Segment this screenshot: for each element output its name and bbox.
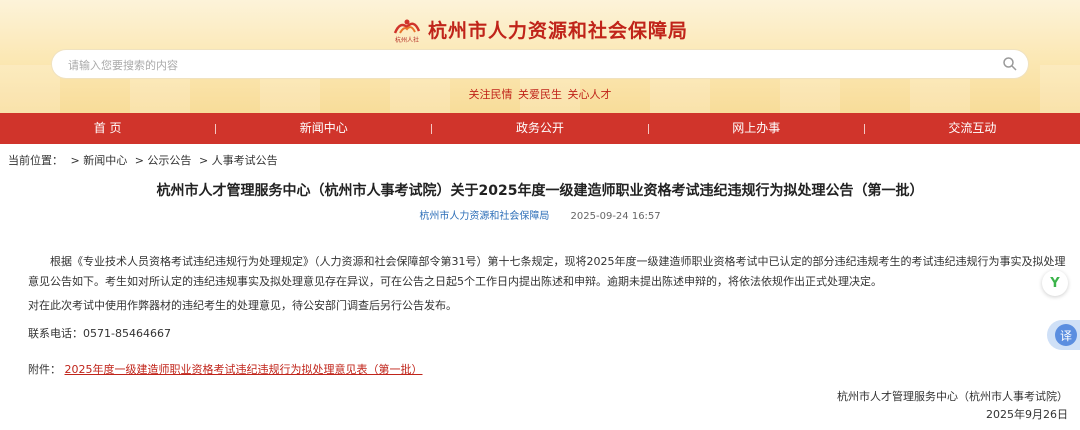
search-icon[interactable]	[1002, 56, 1018, 72]
slogan: 关注民情 关爱民生 关心人才	[468, 88, 612, 101]
breadcrumb-item-exam-notices[interactable]: > 人事考试公告	[199, 154, 278, 167]
contact-phone: 联系电话：0571-85464667	[28, 327, 171, 340]
article-paragraph: 对在此次考试中使用作弊器材的违纪考生的处理意见，待公安部门调查后另行公告发布。	[28, 299, 457, 312]
assistant-v-icon: Y	[1050, 275, 1060, 291]
article-date: 2025-09-24 16:57	[570, 211, 661, 222]
article-title: 杭州市人才管理服务中心（杭州市人事考试院）关于2025年度一级建造师职业资格考试…	[156, 183, 924, 199]
floating-translate-button[interactable]: 译	[1047, 320, 1080, 350]
search-input[interactable]	[66, 50, 990, 80]
floating-assistant-button[interactable]: Y	[1042, 270, 1068, 296]
sign-date: 2025年9月26日	[986, 408, 1068, 421]
article-source: 杭州市人力资源和社会保障局	[419, 211, 550, 222]
breadcrumb: 当前位置： > 新闻中心 > 公示公告 > 人事考试公告	[8, 152, 282, 168]
main-nav: 首 页 新闻中心 政务公开 网上办事 交流互动	[0, 113, 1080, 144]
article-meta: 杭州市人力资源和社会保障局 2025-09-24 16:57	[0, 207, 1080, 222]
header-banner: 杭州人社 杭州市人力资源和社会保障局 关注民情 关爱民生 关心人才	[0, 0, 1080, 113]
breadcrumb-prefix: 当前位置：	[8, 154, 63, 167]
article-body: 根据《专业技术人员资格考试违纪违规行为处理规定》（人力资源和社会保障部令第31号…	[28, 252, 1073, 344]
search-bar	[52, 50, 1028, 80]
breadcrumb-item-news[interactable]: > 新闻中心	[71, 154, 128, 167]
signer-name: 杭州市人才管理服务中心（杭州市人事考试院）	[837, 390, 1068, 403]
translate-icon: 译	[1055, 324, 1077, 346]
nav-item-online-services[interactable]: 网上办事	[649, 113, 864, 144]
nav-item-home[interactable]: 首 页	[0, 113, 215, 144]
attachment-link[interactable]: 2025年度一级建造师职业资格考试违纪违规行为拟处理意见表（第一批）	[65, 363, 423, 376]
hangzhou-hrss-logo-icon: 杭州人社	[392, 17, 422, 44]
nav-item-government-affairs[interactable]: 政务公开	[432, 113, 647, 144]
attachment-label: 附件：	[28, 363, 61, 376]
site-title: 杭州市人力资源和社会保障局	[427, 19, 688, 42]
nav-item-news[interactable]: 新闻中心	[216, 113, 431, 144]
attachment-row: 附件： 2025年度一级建造师职业资格考试违纪违规行为拟处理意见表（第一批）	[28, 361, 423, 377]
article-signature: 杭州市人才管理服务中心（杭州市人事考试院） 2025年9月26日	[837, 388, 1068, 424]
article-paragraph: 根据《专业技术人员资格考试违纪违规行为处理规定》（人力资源和社会保障部令第31号…	[28, 255, 1066, 288]
breadcrumb-item-notices[interactable]: > 公示公告	[135, 154, 192, 167]
nav-item-interaction[interactable]: 交流互动	[865, 113, 1080, 144]
logo-row[interactable]: 杭州人社 杭州市人力资源和社会保障局	[0, 14, 1080, 44]
logo-caption: 杭州人社	[394, 37, 419, 44]
